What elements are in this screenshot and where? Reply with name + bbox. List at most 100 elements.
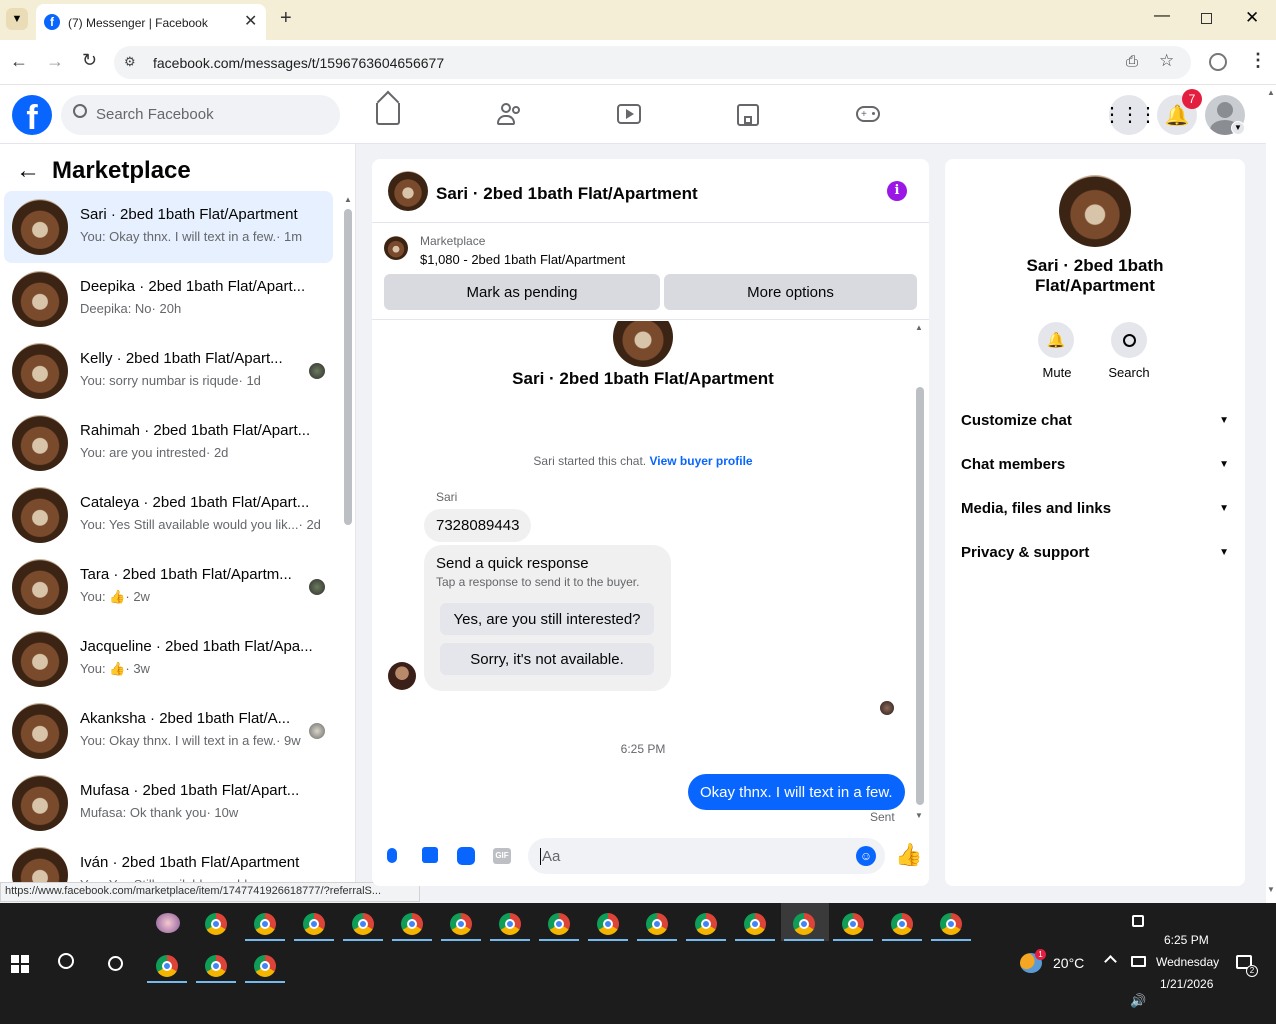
chrome-icon[interactable] [450, 913, 472, 935]
chrome-icon[interactable] [597, 913, 619, 935]
search-input[interactable]: Search Facebook [96, 106, 214, 123]
clock-day[interactable]: Wednesday [1156, 955, 1219, 969]
chat-members-section[interactable]: Chat members ▼ [961, 456, 1229, 473]
url-text: facebook.com/messages/t/1596763604656677 [153, 55, 445, 71]
friends-nav-icon[interactable] [497, 103, 523, 127]
meet-now-icon[interactable] [1132, 915, 1144, 927]
chrome-icon[interactable] [254, 955, 276, 977]
listing-banner[interactable]: Marketplace $1,080 - 2bed 1bath Flat/Apa… [372, 224, 929, 320]
microphone-icon[interactable] [387, 848, 397, 863]
listing-avatar [12, 703, 68, 759]
emoji-icon[interactable]: ☺ [856, 846, 876, 866]
conversation-item[interactable]: Tara · 2bed 1bath Flat/Apartm... You: 👍·… [4, 551, 333, 623]
close-window-button[interactable]: ✕ [1245, 8, 1259, 28]
conversation-item[interactable]: Deepika · 2bed 1bath Flat/Apart... Deepi… [4, 263, 333, 335]
tab-list-button[interactable]: ▼ [6, 8, 28, 30]
back-arrow-icon[interactable]: ← [10, 51, 28, 72]
search-icon[interactable] [58, 953, 74, 969]
photo-icon[interactable] [422, 847, 438, 863]
chrome-icon[interactable] [205, 955, 227, 977]
conversation-item[interactable]: Akanksha · 2bed 1bath Flat/A... You: Oka… [4, 695, 333, 767]
listing-avatar [12, 631, 68, 687]
site-info-icon[interactable]: ⚙ [124, 54, 136, 70]
marketplace-nav-icon[interactable] [737, 104, 759, 126]
like-thumbs-up-icon[interactable]: 👍 [895, 842, 922, 868]
menu-grid-button[interactable]: ⋮⋮⋮ [1102, 95, 1158, 135]
conversation-item[interactable]: Kelly · 2bed 1bath Flat/Apart... You: so… [4, 335, 333, 407]
chrome-icon[interactable] [793, 913, 815, 935]
clock-time[interactable]: 6:25 PM [1164, 933, 1209, 947]
search-box[interactable]: Search Facebook [61, 95, 340, 135]
scroll-up-arrow[interactable]: ▲ [344, 195, 352, 204]
conversation-item[interactable]: Rahimah · 2bed 1bath Flat/Apart... You: … [4, 407, 333, 479]
volume-icon[interactable]: 🔊 [1130, 993, 1146, 1009]
mute-button[interactable]: 🔔 [1038, 322, 1074, 358]
browser-menu-icon[interactable]: ⋮ [1249, 50, 1267, 71]
conversation-item[interactable]: Sari · 2bed 1bath Flat/Apartment You: Ok… [4, 191, 333, 263]
chrome-icon[interactable] [548, 913, 570, 935]
info-icon[interactable]: i [887, 181, 907, 201]
chrome-icon[interactable] [695, 913, 717, 935]
conversation-item[interactable]: Cataleya · 2bed 1bath Flat/Apart... You:… [4, 479, 333, 551]
chat-avatar[interactable] [388, 171, 428, 211]
temperature: 20°C [1053, 955, 1085, 971]
search-conversation-button[interactable] [1111, 322, 1147, 358]
bookmark-star-icon[interactable]: ☆ [1159, 51, 1174, 71]
chrome-icon[interactable] [156, 955, 178, 977]
chrome-icon[interactable] [499, 913, 521, 935]
restore-window-button[interactable] [1201, 13, 1212, 24]
quick-response-yes-button[interactable]: Yes, are you still interested? [440, 603, 654, 635]
reload-icon[interactable]: ↻ [82, 50, 97, 71]
app-icon[interactable] [156, 913, 180, 933]
privacy-support-section[interactable]: Privacy & support ▼ [961, 544, 1229, 561]
new-tab-button[interactable]: + [280, 7, 292, 30]
quick-response-no-button[interactable]: Sorry, it's not available. [440, 643, 654, 675]
chrome-icon[interactable] [891, 913, 913, 935]
chat-scrollbar[interactable] [916, 387, 924, 805]
gaming-nav-icon[interactable]: + [856, 106, 880, 122]
chrome-icon[interactable] [254, 913, 276, 935]
url-bar[interactable]: ⚙ facebook.com/messages/t/15967636046566… [114, 46, 1191, 79]
browser-tab[interactable]: f (7) Messenger | Facebook ✕ [36, 4, 266, 40]
conversation-item[interactable]: Jacqueline · 2bed 1bath Flat/Apa... You:… [4, 623, 333, 695]
watch-nav-icon[interactable] [617, 104, 641, 124]
customize-chat-section[interactable]: Customize chat ▼ [961, 412, 1229, 429]
close-tab-icon[interactable]: ✕ [244, 11, 257, 31]
chrome-icon[interactable] [401, 913, 423, 935]
clock-date[interactable]: 1/21/2026 [1160, 977, 1213, 991]
back-arrow-icon[interactable]: ← [16, 157, 40, 185]
page-scrollbar[interactable]: ▲ ▼ [1266, 85, 1276, 903]
chrome-icon[interactable] [646, 913, 668, 935]
profile-icon[interactable] [1209, 53, 1227, 71]
sidebar-scrollbar[interactable] [344, 209, 352, 525]
media-files-links-section[interactable]: Media, files and links ▼ [961, 500, 1229, 517]
chrome-icon[interactable] [303, 913, 325, 935]
gif-icon[interactable]: GIF [493, 848, 511, 864]
scroll-down-arrow[interactable]: ▼ [915, 811, 923, 820]
tab-title: (7) Messenger | Facebook [68, 16, 208, 30]
windows-start-icon[interactable] [11, 955, 29, 973]
home-nav-icon[interactable] [376, 90, 400, 125]
network-icon[interactable] [1131, 956, 1146, 967]
chrome-icon[interactable] [352, 913, 374, 935]
scroll-up-arrow[interactable]: ▲ [915, 323, 923, 332]
chat-title[interactable]: Sari · 2bed 1bath Flat/Apartment [436, 184, 698, 204]
task-view-icon[interactable] [108, 956, 123, 971]
install-app-icon[interactable]: ⎙ [1126, 53, 1138, 70]
message-input[interactable]: Aa ☺ [528, 838, 885, 874]
tray-chevron-icon[interactable] [1104, 955, 1117, 968]
account-chevron-icon[interactable]: ▼ [1231, 121, 1245, 135]
chrome-icon[interactable] [842, 913, 864, 935]
mark-pending-button[interactable]: Mark as pending [384, 274, 660, 310]
more-options-button[interactable]: More options [664, 274, 917, 310]
grid-icon: ⋮⋮⋮ [1102, 104, 1158, 126]
forward-arrow-icon[interactable]: → [46, 51, 64, 72]
sticker-icon[interactable] [457, 847, 475, 865]
chrome-icon[interactable] [744, 913, 766, 935]
minimize-window-button[interactable]: — [1154, 7, 1170, 25]
chrome-icon[interactable] [205, 913, 227, 935]
facebook-logo[interactable]: f [12, 95, 52, 135]
chrome-icon[interactable] [940, 913, 962, 935]
conversation-item[interactable]: Mufasa · 2bed 1bath Flat/Apart... Mufasa… [4, 767, 333, 839]
view-buyer-profile-link[interactable]: View buyer profile [649, 454, 752, 468]
